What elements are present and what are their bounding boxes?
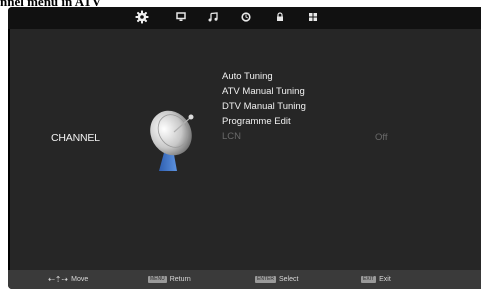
- menu-item-label: Auto Tuning: [222, 71, 273, 82]
- arrow-keys-icon: ⇠⇡⇢: [48, 275, 69, 284]
- hint-exit: EXIT Exit: [361, 273, 391, 286]
- menu-key-icon: MENU: [148, 276, 167, 283]
- exit-key-icon: EXIT: [361, 276, 377, 283]
- menu-item-atv-manual-tuning[interactable]: ATV Manual Tuning: [222, 84, 306, 99]
- hint-select-label: Select: [278, 276, 299, 283]
- tv-osd-screen: CHANNEL Auto Tuning ATV Manual Tuning DT…: [8, 7, 481, 289]
- hint-move: ⇠⇡⇢ Move: [48, 273, 88, 286]
- menu-item-label: ATV Manual Tuning: [222, 86, 305, 97]
- enter-key-icon: ENTER: [255, 276, 276, 283]
- satellite-dish-icon: [150, 110, 194, 171]
- hint-return-label: Return: [169, 276, 191, 283]
- clock-icon[interactable]: [239, 10, 253, 24]
- menu-item-programme-edit[interactable]: Programme Edit: [222, 114, 306, 129]
- menu-item-lcn: LCN: [222, 129, 306, 144]
- hint-select: ENTER Select: [255, 273, 298, 286]
- menu-item-label: Programme Edit: [222, 116, 291, 127]
- lcn-value: Off: [375, 132, 388, 143]
- menu-category-title: CHANNEL: [51, 132, 100, 144]
- hint-move-label: Move: [71, 276, 89, 283]
- menu-item-label: DTV Manual Tuning: [222, 101, 306, 112]
- music-note-icon[interactable]: [206, 10, 220, 24]
- hint-exit-label: Exit: [379, 276, 391, 283]
- channel-menu-list: Auto Tuning ATV Manual Tuning DTV Manual…: [222, 69, 306, 144]
- picture-icon[interactable]: [174, 10, 188, 24]
- menu-category-bar: [8, 7, 481, 29]
- lock-icon[interactable]: [273, 10, 287, 24]
- gear-icon[interactable]: [135, 10, 149, 24]
- menu-item-dtv-manual-tuning[interactable]: DTV Manual Tuning: [222, 99, 306, 114]
- grid-icon[interactable]: [306, 10, 320, 24]
- hint-return: MENU Return: [148, 273, 191, 286]
- menu-item-label: LCN: [222, 131, 242, 142]
- menu-item-auto-tuning[interactable]: Auto Tuning: [222, 69, 306, 84]
- channel-menu-panel: [10, 29, 481, 270]
- key-hint-bar: ⇠⇡⇢ Move MENU Return ENTER Select EXIT E…: [8, 270, 481, 289]
